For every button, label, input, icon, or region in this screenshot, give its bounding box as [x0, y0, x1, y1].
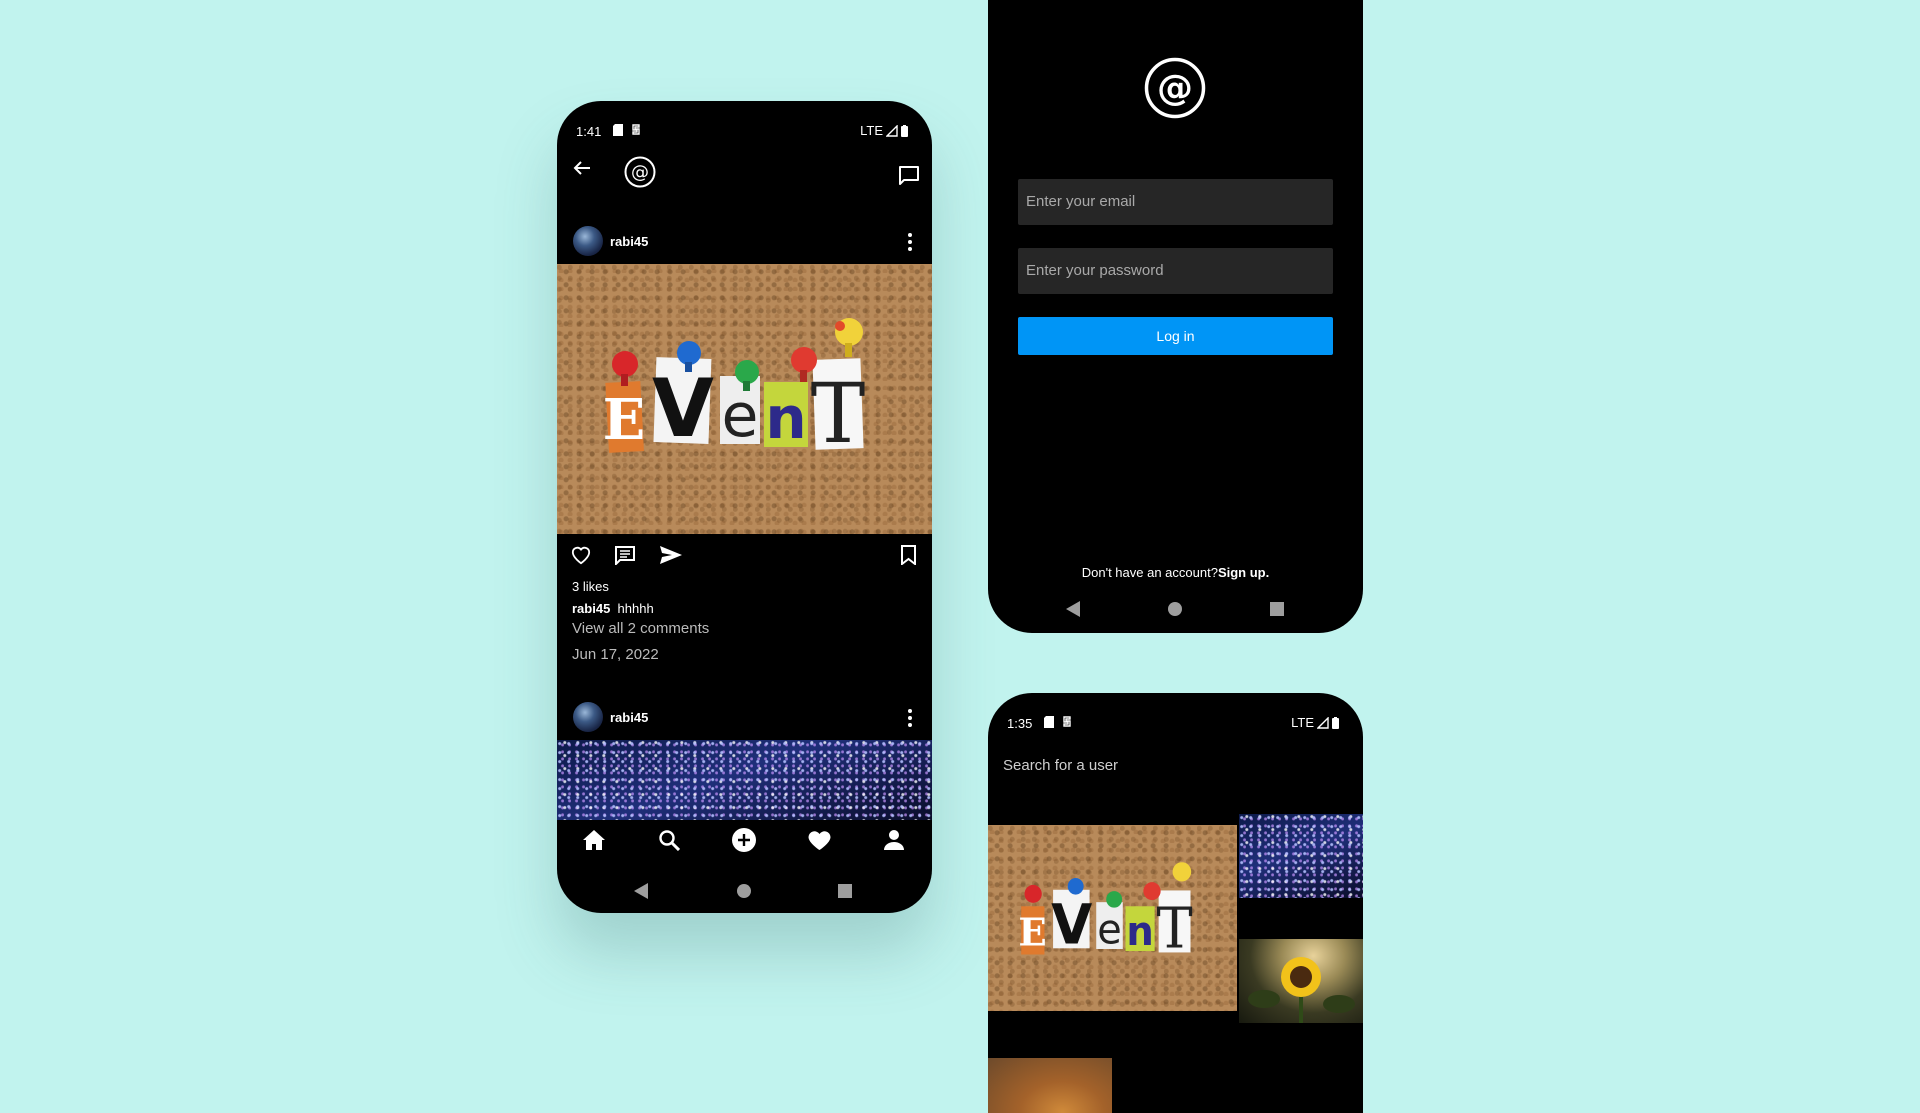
at-sign-logo-icon: @ [624, 156, 656, 188]
letter-2: V [1051, 893, 1092, 957]
post-header: rabi45 [557, 698, 932, 738]
search-result-image[interactable] [988, 1058, 1112, 1113]
status-right: LTE [1291, 715, 1339, 730]
letter-1: E [1018, 909, 1046, 955]
sd-card-icon [613, 124, 623, 136]
login-phone: @ Enter your email Enter your password L… [988, 0, 1363, 633]
letter-4: n [1126, 909, 1153, 955]
sunflower-graphic [1248, 957, 1355, 1023]
event-letters-graphic: E V e n T [1018, 862, 1193, 962]
letter-1: E [603, 387, 646, 453]
system-navigation [557, 875, 932, 905]
likes-count: 3 likes [572, 579, 609, 594]
letter-2: V [652, 362, 714, 455]
caption-username[interactable]: rabi45 [572, 601, 610, 616]
share-send-icon[interactable] [660, 546, 682, 564]
network-label: LTE [860, 123, 883, 138]
status-time: 1:35 [1007, 716, 1033, 731]
activity-heart-icon[interactable] [807, 829, 832, 851]
email-field[interactable]: Enter your email [1018, 179, 1333, 225]
add-post-icon[interactable] [732, 828, 756, 852]
system-home-icon[interactable] [737, 884, 751, 898]
comment-icon[interactable] [614, 545, 636, 565]
search-result-image[interactable]: E V e n T [988, 825, 1237, 1011]
system-back-icon[interactable] [634, 883, 648, 899]
system-recents-icon[interactable] [1270, 602, 1284, 616]
post-username[interactable]: rabi45 [610, 710, 648, 725]
battery-icon [901, 124, 908, 137]
signal-icon [1317, 716, 1329, 729]
home-icon[interactable] [582, 829, 606, 851]
signup-link[interactable]: Sign up. [1218, 565, 1269, 580]
search-result-image[interactable] [1239, 814, 1363, 898]
letter-3: e [722, 381, 759, 451]
post-image[interactable]: E V e n T [557, 264, 932, 534]
letter-5: T [811, 367, 866, 462]
caption-text: hhhhh [617, 601, 654, 616]
system-home-icon[interactable] [1168, 602, 1182, 616]
bookmark-icon[interactable] [901, 545, 916, 565]
more-options-icon[interactable] [908, 233, 912, 251]
post-image[interactable] [557, 740, 932, 820]
avatar[interactable] [573, 226, 603, 256]
signal-icon [886, 124, 898, 137]
search-icon[interactable] [658, 829, 680, 851]
search-phone: 1:35 LTE Search for a user E V e n T [988, 693, 1363, 1113]
battery-icon [1332, 716, 1339, 729]
letter-4: n [765, 384, 806, 452]
letter-3: e [1097, 905, 1122, 954]
view-comments-link[interactable]: View all 2 comments [572, 620, 709, 637]
profile-icon[interactable] [883, 829, 905, 851]
svg-text:@: @ [631, 162, 649, 183]
feed-phone: 1:41 LTE @ rabi45 E V e n T 3 likes rabi… [557, 101, 932, 913]
password-field[interactable]: Enter your password [1018, 248, 1333, 294]
at-sign-logo-icon: @ [1144, 57, 1206, 119]
messages-icon[interactable] [898, 165, 920, 185]
post-username[interactable]: rabi45 [610, 234, 648, 249]
signup-prompt: Don't have an account?Sign up. [988, 565, 1363, 580]
sync-icon [632, 124, 640, 135]
letter-5: T [1156, 897, 1192, 962]
status-right: LTE [860, 123, 908, 138]
search-input[interactable]: Search for a user [1003, 757, 1118, 774]
network-label: LTE [1291, 715, 1314, 730]
search-result-image[interactable] [1239, 939, 1363, 1023]
svg-text:@: @ [1157, 68, 1193, 109]
avatar[interactable] [573, 702, 603, 732]
signup-prompt-text: Don't have an account? [1081, 565, 1218, 580]
status-bar: 1:41 LTE [557, 120, 932, 144]
post-actions [557, 541, 932, 571]
system-navigation [988, 593, 1363, 623]
post-header: rabi45 [557, 222, 932, 262]
post-date: Jun 17, 2022 [572, 646, 659, 663]
sync-icon [1063, 716, 1071, 727]
login-button[interactable]: Log in [1018, 317, 1333, 355]
back-arrow-icon[interactable] [572, 158, 592, 178]
system-back-icon[interactable] [1066, 601, 1080, 617]
like-heart-icon[interactable] [570, 545, 592, 565]
system-recents-icon[interactable] [838, 884, 852, 898]
status-time: 1:41 [576, 124, 602, 139]
event-letters-graphic: E V e n T [603, 318, 866, 462]
sd-card-icon [1044, 716, 1054, 728]
post-caption: rabi45 hhhhh [572, 601, 654, 616]
more-options-icon[interactable] [908, 709, 912, 727]
bottom-navigation [557, 820, 932, 860]
status-bar: 1:35 LTE [988, 712, 1363, 736]
